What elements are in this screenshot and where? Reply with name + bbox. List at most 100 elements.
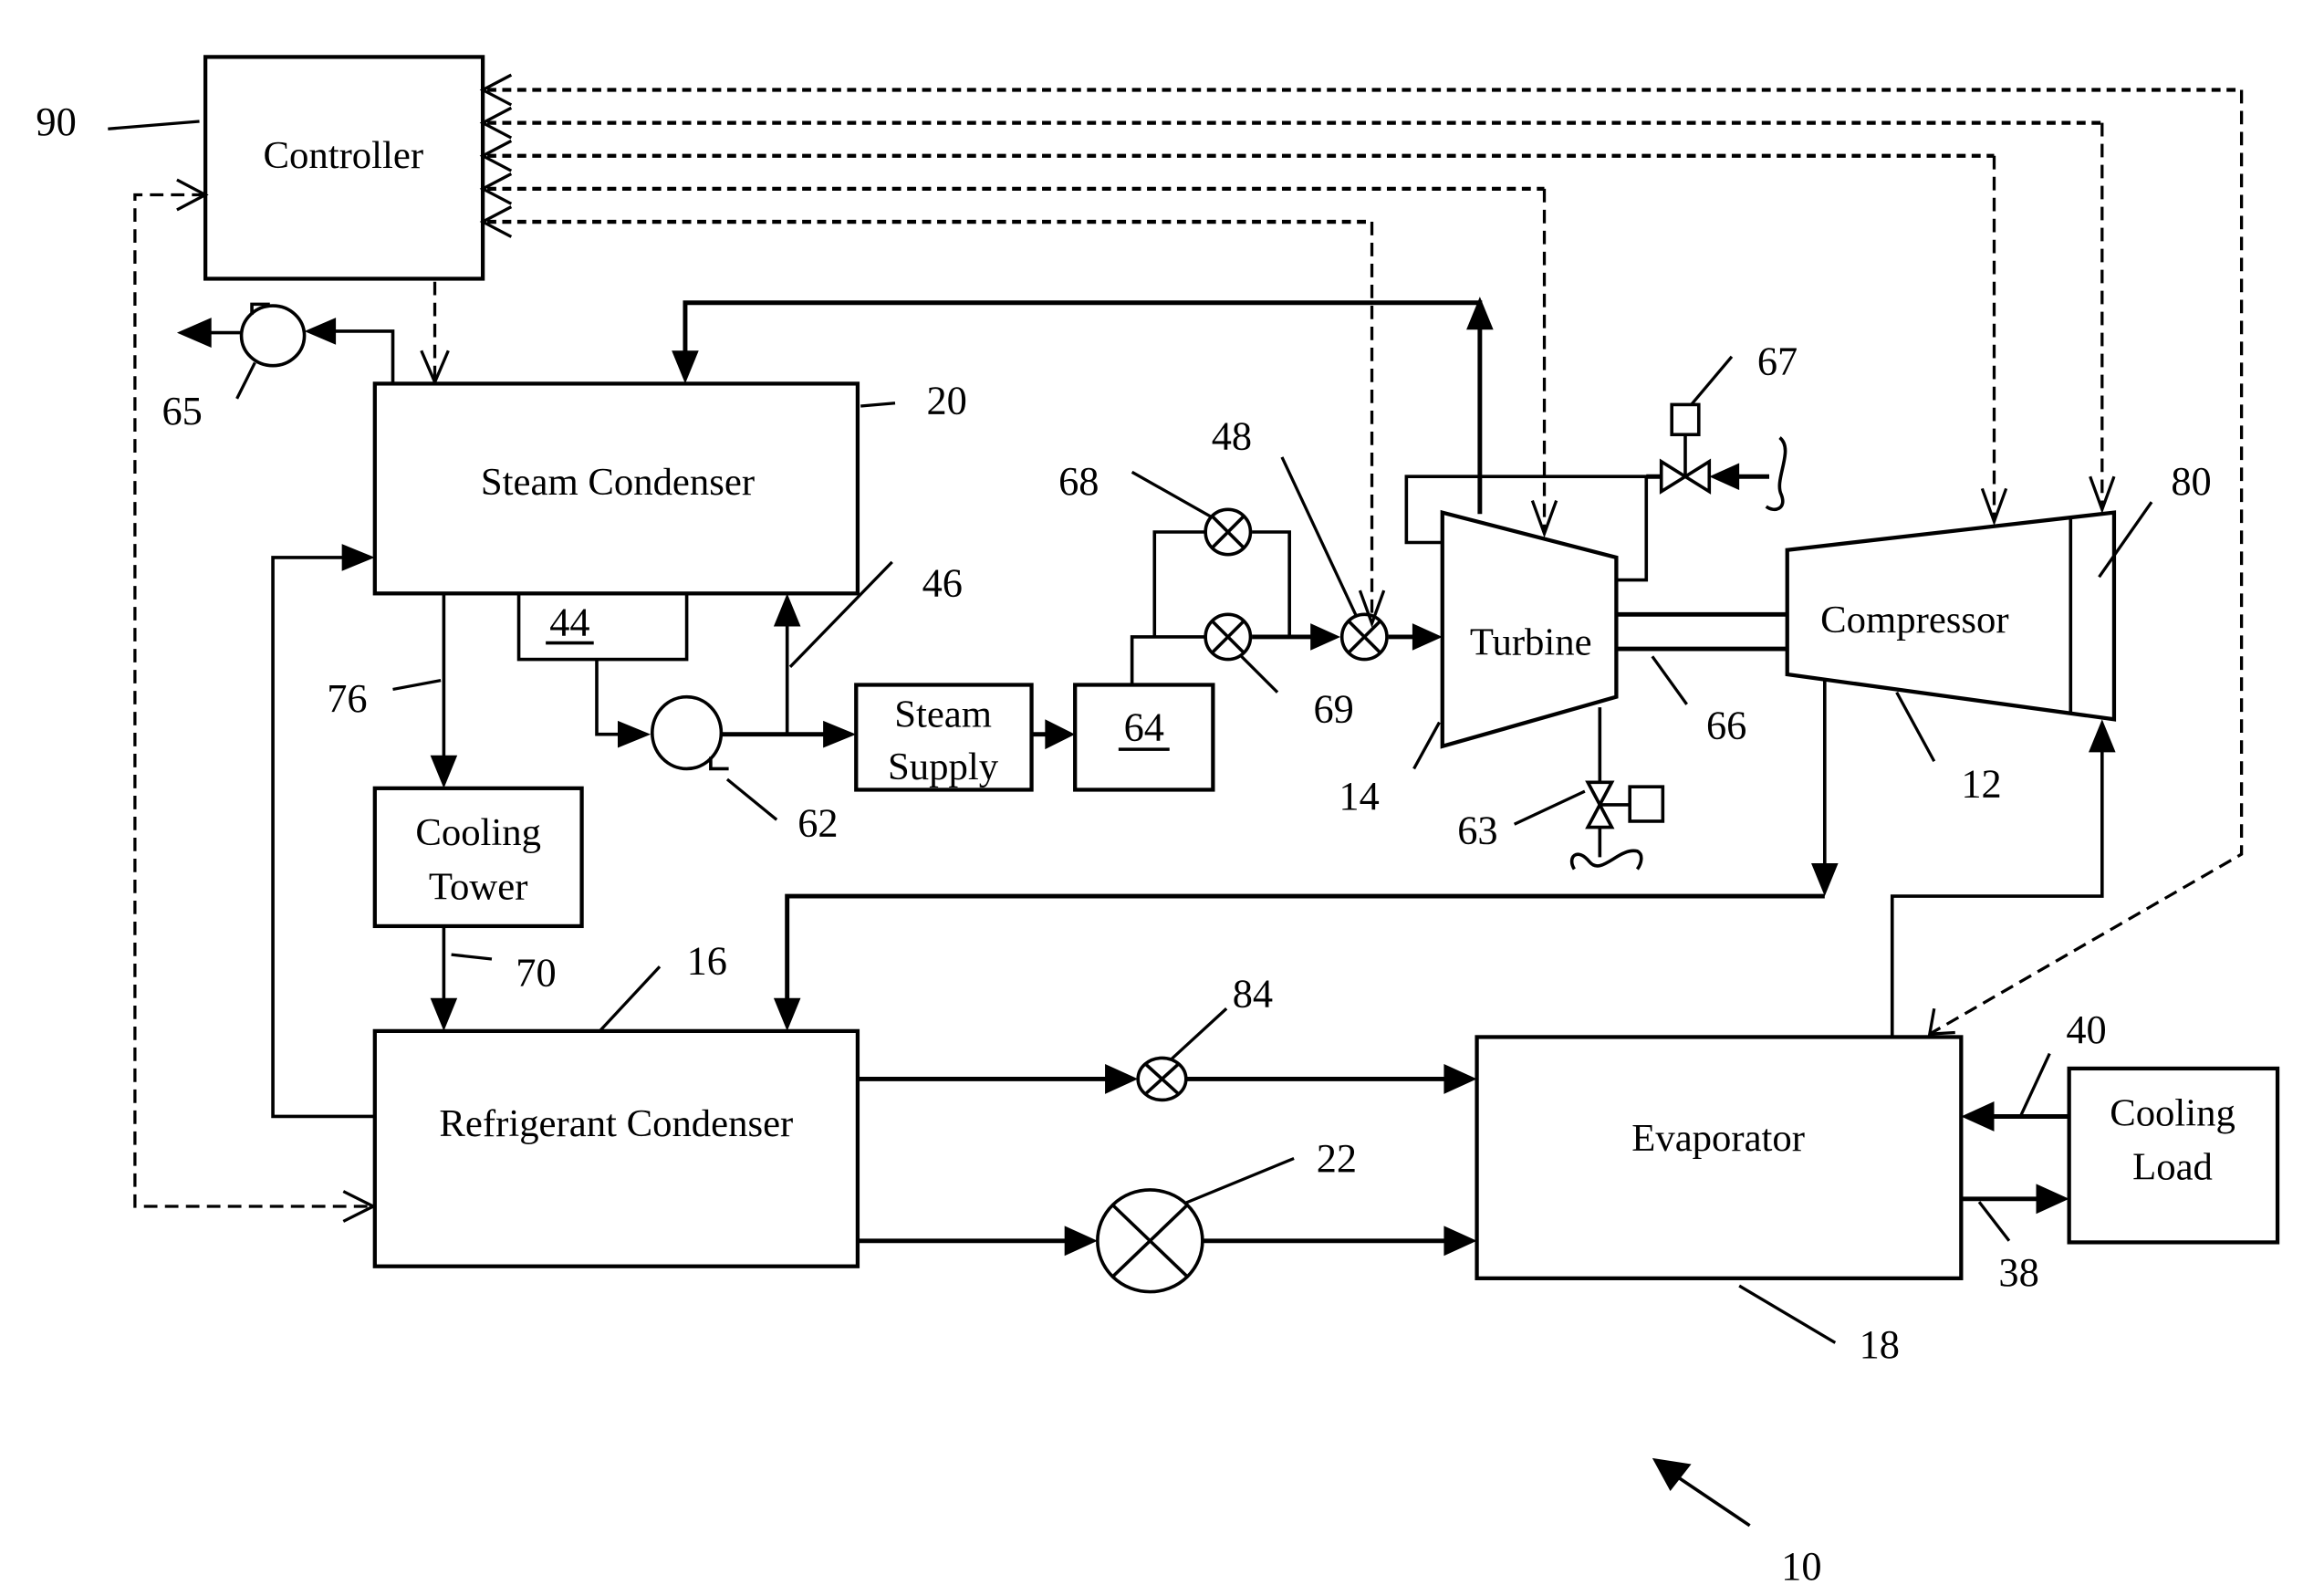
valve-63-bottom: [1585, 801, 1615, 829]
leader-20: [860, 402, 896, 408]
box-64-group: 64: [1073, 683, 1215, 792]
ref-76: 76: [327, 675, 367, 721]
arrow-into-steam-condenser-bottom: [773, 593, 801, 627]
cooling-load-label-1: Cooling: [2110, 1091, 2235, 1134]
break-symbol-67: [1765, 436, 1787, 511]
steam-condenser: Steam Condenser: [372, 381, 860, 596]
ref-68: 68: [1058, 458, 1099, 504]
refrigerant-condenser-box: [372, 1028, 860, 1268]
arrow-into-valve-22: [1064, 1226, 1098, 1257]
arrow-into-steam-condenser: [672, 350, 699, 384]
arrow-into-pump-62: [618, 720, 651, 748]
ref-62: 62: [797, 799, 838, 845]
steam-supply: Steam Supply: [854, 683, 1034, 792]
line-discharge-to-condenser: [785, 893, 1825, 1002]
ref-18: 18: [1860, 1321, 1900, 1367]
arrow-compressor-discharge: [1811, 862, 1839, 897]
cooling-load-label-2: Load: [2132, 1145, 2213, 1188]
leader-69: [1240, 655, 1279, 694]
valve-48: [1339, 612, 1389, 662]
controller-label: Controller: [264, 134, 424, 177]
ref-66: 66: [1706, 703, 1746, 748]
arrow-into-steam-condenser-left: [341, 544, 375, 571]
hotwell-44: 44: [516, 591, 689, 662]
ref-67: 67: [1757, 339, 1798, 384]
arrow-pump-65-in: [304, 318, 337, 345]
cooling-tower-label-2: Tower: [429, 865, 528, 908]
leader-18: [1738, 1284, 1837, 1344]
valve-22: [1096, 1188, 1204, 1294]
leader-14: [1412, 721, 1441, 770]
arrow-into-valve-84: [1105, 1064, 1139, 1094]
line-valve-68-out: [1252, 530, 1291, 637]
ref-38: 38: [1998, 1249, 2038, 1295]
leader-70: [451, 953, 493, 961]
ref-80: 80: [2171, 458, 2211, 504]
ref-22: 22: [1317, 1135, 1357, 1181]
refrigerant-condenser: Refrigerant Condenser: [372, 1028, 860, 1268]
valve-67-left: [1659, 458, 1689, 495]
ref-90: 90: [36, 99, 76, 144]
arrow-into-evaporator-bottom: [1443, 1226, 1477, 1257]
steam-supply-label-1: Steam: [894, 694, 992, 736]
leader-16: [599, 965, 662, 1032]
leader-63: [1513, 789, 1586, 826]
leader-66: [1651, 655, 1688, 705]
cooling-tower: Cooling Tower: [372, 786, 584, 929]
ref-40: 40: [2066, 1007, 2106, 1052]
arrow-discharge-into-condenser: [773, 997, 801, 1031]
evaporator: Evaporator: [1475, 1035, 1964, 1280]
valve-67-actuator: [1670, 402, 1701, 437]
compressor-label: Compressor: [1820, 599, 2008, 642]
system-10-arrowhead: [1652, 1457, 1692, 1492]
leader-12: [1895, 691, 1936, 763]
arrow-into-valve-67: [1709, 463, 1740, 491]
label-44: 44: [549, 599, 589, 644]
box-44: [516, 591, 689, 662]
line-44-to-pump: [595, 659, 621, 736]
leader-62: [725, 777, 778, 821]
pump-65: [176, 302, 395, 384]
break-symbol-63: [1569, 849, 1643, 871]
arrow-into-valve-48: [1310, 623, 1341, 651]
system-diagram: Controller 90 65 Steam Condenser 20 44 7…: [36, 55, 2280, 1589]
ref-70: 70: [516, 950, 556, 996]
cooling-tower-label-1: Cooling: [415, 811, 541, 854]
leader-38: [1977, 1201, 2011, 1242]
arrow-into-refrigerant-condenser: [430, 997, 458, 1031]
arrow-into-evaporator-from-load: [1961, 1101, 1995, 1132]
leader-76: [392, 678, 442, 692]
arrow-into-cooling-load: [2036, 1184, 2069, 1215]
ref-84: 84: [1233, 971, 1273, 1017]
arrow-into-cooling-tower: [430, 755, 458, 788]
ref-10: 10: [1781, 1543, 1821, 1589]
valve-84: [1136, 1056, 1188, 1102]
turbine-label: Turbine: [1470, 621, 1592, 664]
refrigerant-condenser-label: Refrigerant Condenser: [439, 1102, 793, 1145]
leader-22: [1183, 1156, 1295, 1205]
steam-supply-label-2: Supply: [888, 746, 999, 788]
leader-67: [1690, 355, 1734, 406]
ref-16: 16: [687, 937, 727, 983]
leader-65: [235, 361, 256, 400]
leader-90: [108, 120, 200, 130]
turbine: Turbine: [1440, 509, 1619, 749]
valve-67-right: [1682, 458, 1712, 495]
ref-46: 46: [922, 560, 963, 606]
pump-62-outlet: [709, 756, 729, 771]
ref-48: 48: [1212, 413, 1252, 459]
ref-65: 65: [162, 388, 202, 433]
valve-68: [1204, 507, 1253, 557]
ref-20: 20: [927, 377, 967, 422]
pump-62: [650, 694, 729, 771]
line-64-to-valve-69: [1130, 635, 1204, 685]
leader-68: [1131, 470, 1213, 519]
label-64: 64: [1124, 704, 1164, 749]
valve-63: [1585, 780, 1665, 829]
cooling-load: Cooling Load: [2067, 1066, 2280, 1245]
leader-84: [1170, 1007, 1228, 1061]
leader-40: [2019, 1052, 2051, 1116]
ref-69: 69: [1313, 686, 1353, 732]
compressor: Compressor: [1785, 510, 2117, 722]
valve-63-actuator: [1628, 785, 1665, 823]
